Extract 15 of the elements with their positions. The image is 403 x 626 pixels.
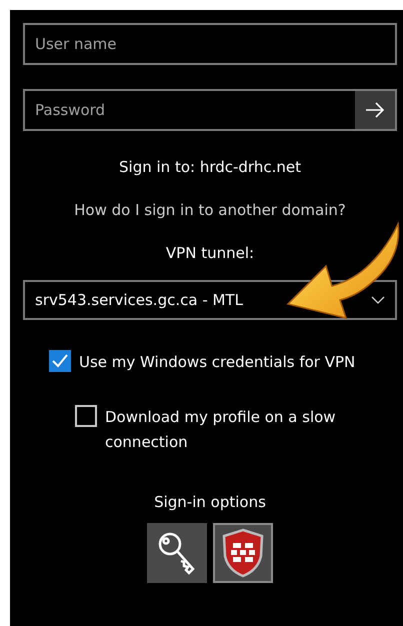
checkbox[interactable] — [75, 405, 97, 427]
sign-in-domain-text: Sign in to: hrdc-drhc.net — [118, 158, 302, 176]
username-field[interactable]: User name — [23, 23, 397, 65]
sign-in-options-label: Sign-in options — [153, 493, 267, 511]
chevron-icon — [371, 296, 385, 304]
vpn-label: VPN tunnel: — [164, 244, 256, 262]
shield-icon — [221, 528, 265, 578]
checkbox-label: Download my profile on a slow connection — [105, 407, 337, 453]
key-icon — [157, 531, 197, 575]
checkbox[interactable] — [49, 350, 71, 372]
vpn-dropdown[interactable]: srv543.services.gc.ca - MTL — [23, 280, 397, 320]
sign-in-option-button[interactable] — [213, 523, 273, 583]
sign-in-option-button[interactable] — [147, 523, 207, 583]
other-domain-link[interactable]: How do I sign in to another domain? — [74, 201, 346, 219]
checkbox-label: Use my Windows credentials for VPN — [79, 352, 356, 373]
